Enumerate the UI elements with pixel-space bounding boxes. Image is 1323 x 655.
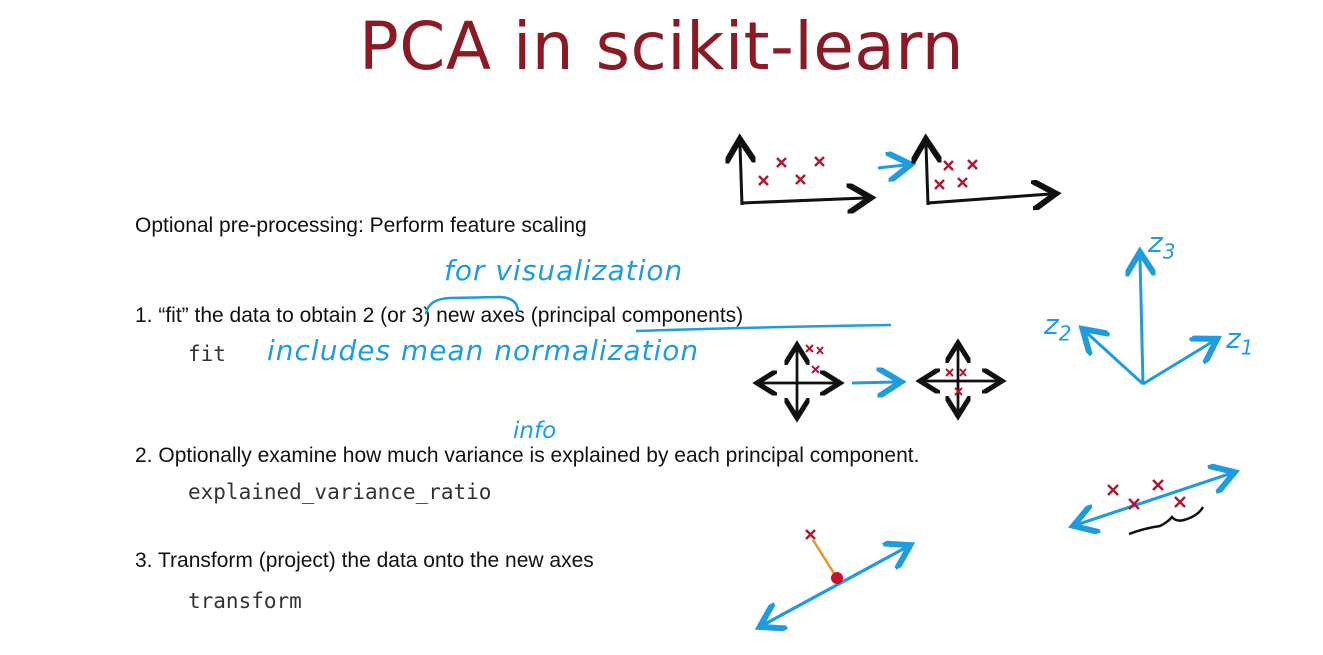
sketch-scaling-arrow [877,165,905,168]
sketch-scaled-points [934,159,978,190]
sketch-principal-axes [1087,258,1212,386]
sketch-unscaled-axes [740,145,865,205]
bracket-axes-count [424,295,520,315]
underline-principal-components [635,323,892,333]
sketch-unscaled-points [758,156,825,186]
sketch-variance-brace [1128,506,1205,536]
sketch-projection-point [805,529,816,540]
sketch-before-centering-points [805,344,824,374]
sketch-variance-points [1107,479,1186,510]
sketch-projected-point [831,572,843,584]
sketch-scaled-axes [926,145,1050,205]
sketch-after-centering [923,346,997,411]
handwritten-sketches [424,0,1323,655]
sketch-centering-arrow [851,382,895,383]
sketch-projection-line [811,539,839,579]
sketch-before-centering [760,350,835,413]
